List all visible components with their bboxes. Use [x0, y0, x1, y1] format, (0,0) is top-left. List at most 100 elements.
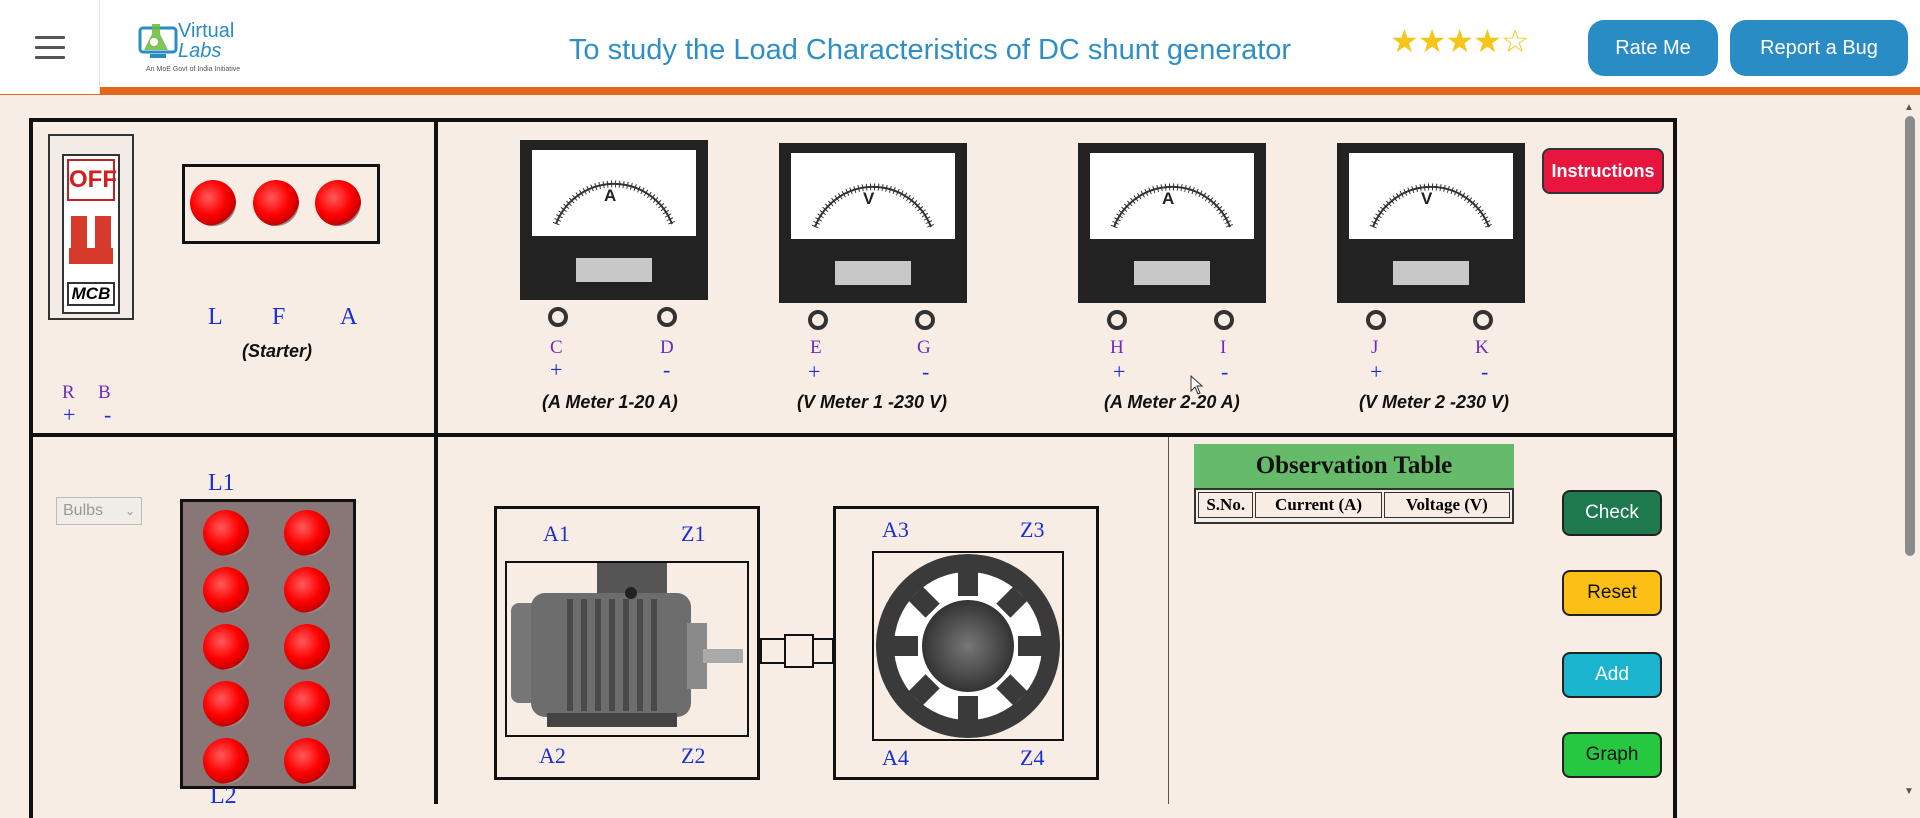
- load-lamp: [284, 681, 330, 727]
- load-terminal-l1[interactable]: L1: [208, 470, 235, 497]
- terminal-label-c: C: [550, 337, 563, 358]
- generator-terminal-a3[interactable]: A3: [882, 517, 909, 543]
- scroll-down-arrow-icon[interactable]: ▼: [1904, 786, 1914, 797]
- load-terminal-l2[interactable]: L2: [210, 788, 237, 804]
- divider-horizontal: [29, 433, 1677, 437]
- ammeter-1: A: [520, 140, 708, 300]
- meter-face: A: [1090, 153, 1254, 239]
- starter-terminal-l[interactable]: L: [208, 304, 223, 331]
- check-button[interactable]: Check: [1562, 490, 1662, 536]
- meter-base-plate: [1134, 261, 1210, 285]
- terminal-h[interactable]: [1107, 310, 1127, 330]
- generator-terminal-a4[interactable]: A4: [882, 745, 909, 771]
- motor-terminal-z2[interactable]: Z2: [681, 743, 705, 769]
- meter-face: V: [791, 153, 955, 239]
- supply-polarity-plus: +: [63, 402, 76, 427]
- starter-caption: (Starter): [242, 341, 313, 361]
- hamburger-menu-button[interactable]: [0, 0, 100, 94]
- load-lamp: [284, 567, 330, 613]
- polarity-minus: -: [663, 357, 671, 382]
- voltmeter-1-caption: (V Meter 1 -230 V): [797, 392, 948, 412]
- generator-image-frame: [872, 551, 1064, 741]
- load-lamp: [203, 510, 249, 556]
- meter-symbol: A: [604, 186, 617, 205]
- terminal-g[interactable]: [915, 310, 935, 330]
- terminal-j[interactable]: [1366, 310, 1386, 330]
- load-lamp: [203, 681, 249, 727]
- observation-table: S.No. Current (A) Voltage (V): [1194, 488, 1514, 524]
- page-title: To study the Load Characteristics of DC …: [568, 34, 1292, 66]
- polarity-plus: +: [550, 357, 563, 382]
- scrollbar-thumb[interactable]: [1905, 116, 1915, 556]
- terminal-label-k: K: [1475, 337, 1489, 358]
- report-bug-button[interactable]: Report a Bug: [1730, 20, 1908, 76]
- starter-lamp-box: [182, 164, 380, 244]
- generator-terminal-z4[interactable]: Z4: [1020, 745, 1044, 771]
- starter-terminal-a[interactable]: A: [340, 304, 357, 331]
- ammeter-2: A: [1078, 143, 1266, 303]
- starter-lamp: [190, 180, 236, 226]
- supply-terminal-r[interactable]: R: [62, 382, 75, 404]
- instructions-button[interactable]: Instructions: [1542, 148, 1664, 194]
- mcb-label: MCB: [67, 282, 115, 306]
- starter-terminal-f[interactable]: F: [272, 304, 285, 331]
- mcb-lever-bar[interactable]: [69, 248, 113, 264]
- polarity-plus: +: [1370, 359, 1383, 384]
- generator-terminal-z3[interactable]: Z3: [1020, 517, 1044, 543]
- top-header: Virtual Labs An MoE Govt of India Initia…: [0, 0, 1920, 95]
- voltmeter-2: V: [1337, 143, 1525, 303]
- mouse-cursor-icon: [1190, 375, 1204, 395]
- polarity-minus: -: [1221, 359, 1229, 384]
- page-scrollbar[interactable]: ▲ ▼: [1900, 100, 1920, 804]
- meter-base-plate: [576, 258, 652, 282]
- star-filled-icon[interactable]: ★: [1418, 23, 1447, 59]
- motor-terminal-a2[interactable]: A2: [539, 743, 566, 769]
- mcb-off-indicator: OFF: [67, 159, 117, 201]
- star-filled-icon[interactable]: ★: [1390, 23, 1419, 59]
- load-lamp: [203, 738, 249, 784]
- motor-terminal-z1[interactable]: Z1: [681, 521, 705, 547]
- terminal-k[interactable]: [1473, 310, 1493, 330]
- terminal-c[interactable]: [548, 307, 568, 327]
- load-lamp: [284, 738, 330, 784]
- menu-icon-bar: [35, 36, 65, 39]
- voltmeter-1: V: [779, 143, 967, 303]
- terminal-label-e: E: [810, 337, 822, 358]
- divider-observation: [1168, 437, 1169, 804]
- observation-table-title: Observation Table: [1194, 444, 1514, 488]
- mcb-switch[interactable]: OFF MCB: [48, 134, 134, 320]
- generator-icon: [876, 554, 1060, 738]
- load-type-select[interactable]: Bulbs ⌄: [56, 497, 142, 525]
- scroll-up-arrow-icon[interactable]: ▲: [1904, 102, 1914, 113]
- dc-motor-box: A1 Z1 A2 Z2: [494, 506, 760, 780]
- shaft-coupling: [760, 634, 834, 668]
- reset-button[interactable]: Reset: [1562, 570, 1662, 616]
- divider-vertical: [434, 118, 438, 804]
- flask-icon: [138, 24, 178, 58]
- add-button[interactable]: Add: [1562, 652, 1662, 698]
- polarity-plus: +: [1113, 359, 1126, 384]
- lamp-bank: [180, 499, 356, 789]
- coupling-hub: [784, 634, 814, 668]
- column-header-voltage: Voltage (V): [1383, 492, 1510, 518]
- virtual-labs-logo[interactable]: Virtual Labs An MoE Govt of India Initia…: [138, 14, 250, 78]
- motor-icon: [511, 563, 743, 727]
- star-empty-icon[interactable]: ☆: [1501, 23, 1530, 59]
- supply-terminal-b[interactable]: B: [98, 382, 111, 404]
- terminal-i[interactable]: [1214, 310, 1234, 330]
- terminal-d[interactable]: [657, 307, 677, 327]
- star-filled-icon[interactable]: ★: [1445, 23, 1474, 59]
- rate-me-button[interactable]: Rate Me: [1588, 20, 1718, 76]
- terminal-label-j: J: [1371, 337, 1379, 358]
- terminal-e[interactable]: [808, 310, 828, 330]
- terminal-label-h: H: [1110, 337, 1124, 358]
- motor-terminal-a1[interactable]: A1: [543, 521, 570, 547]
- star-filled-icon[interactable]: ★: [1473, 23, 1502, 59]
- load-lamp: [203, 567, 249, 613]
- column-header-sno: S.No.: [1198, 492, 1254, 518]
- graph-button[interactable]: Graph: [1562, 732, 1662, 778]
- star-rating[interactable]: ★★★★☆: [1390, 22, 1530, 60]
- terminal-label-g: G: [917, 337, 931, 358]
- polarity-plus: +: [808, 359, 821, 384]
- starter-lamp: [253, 180, 299, 226]
